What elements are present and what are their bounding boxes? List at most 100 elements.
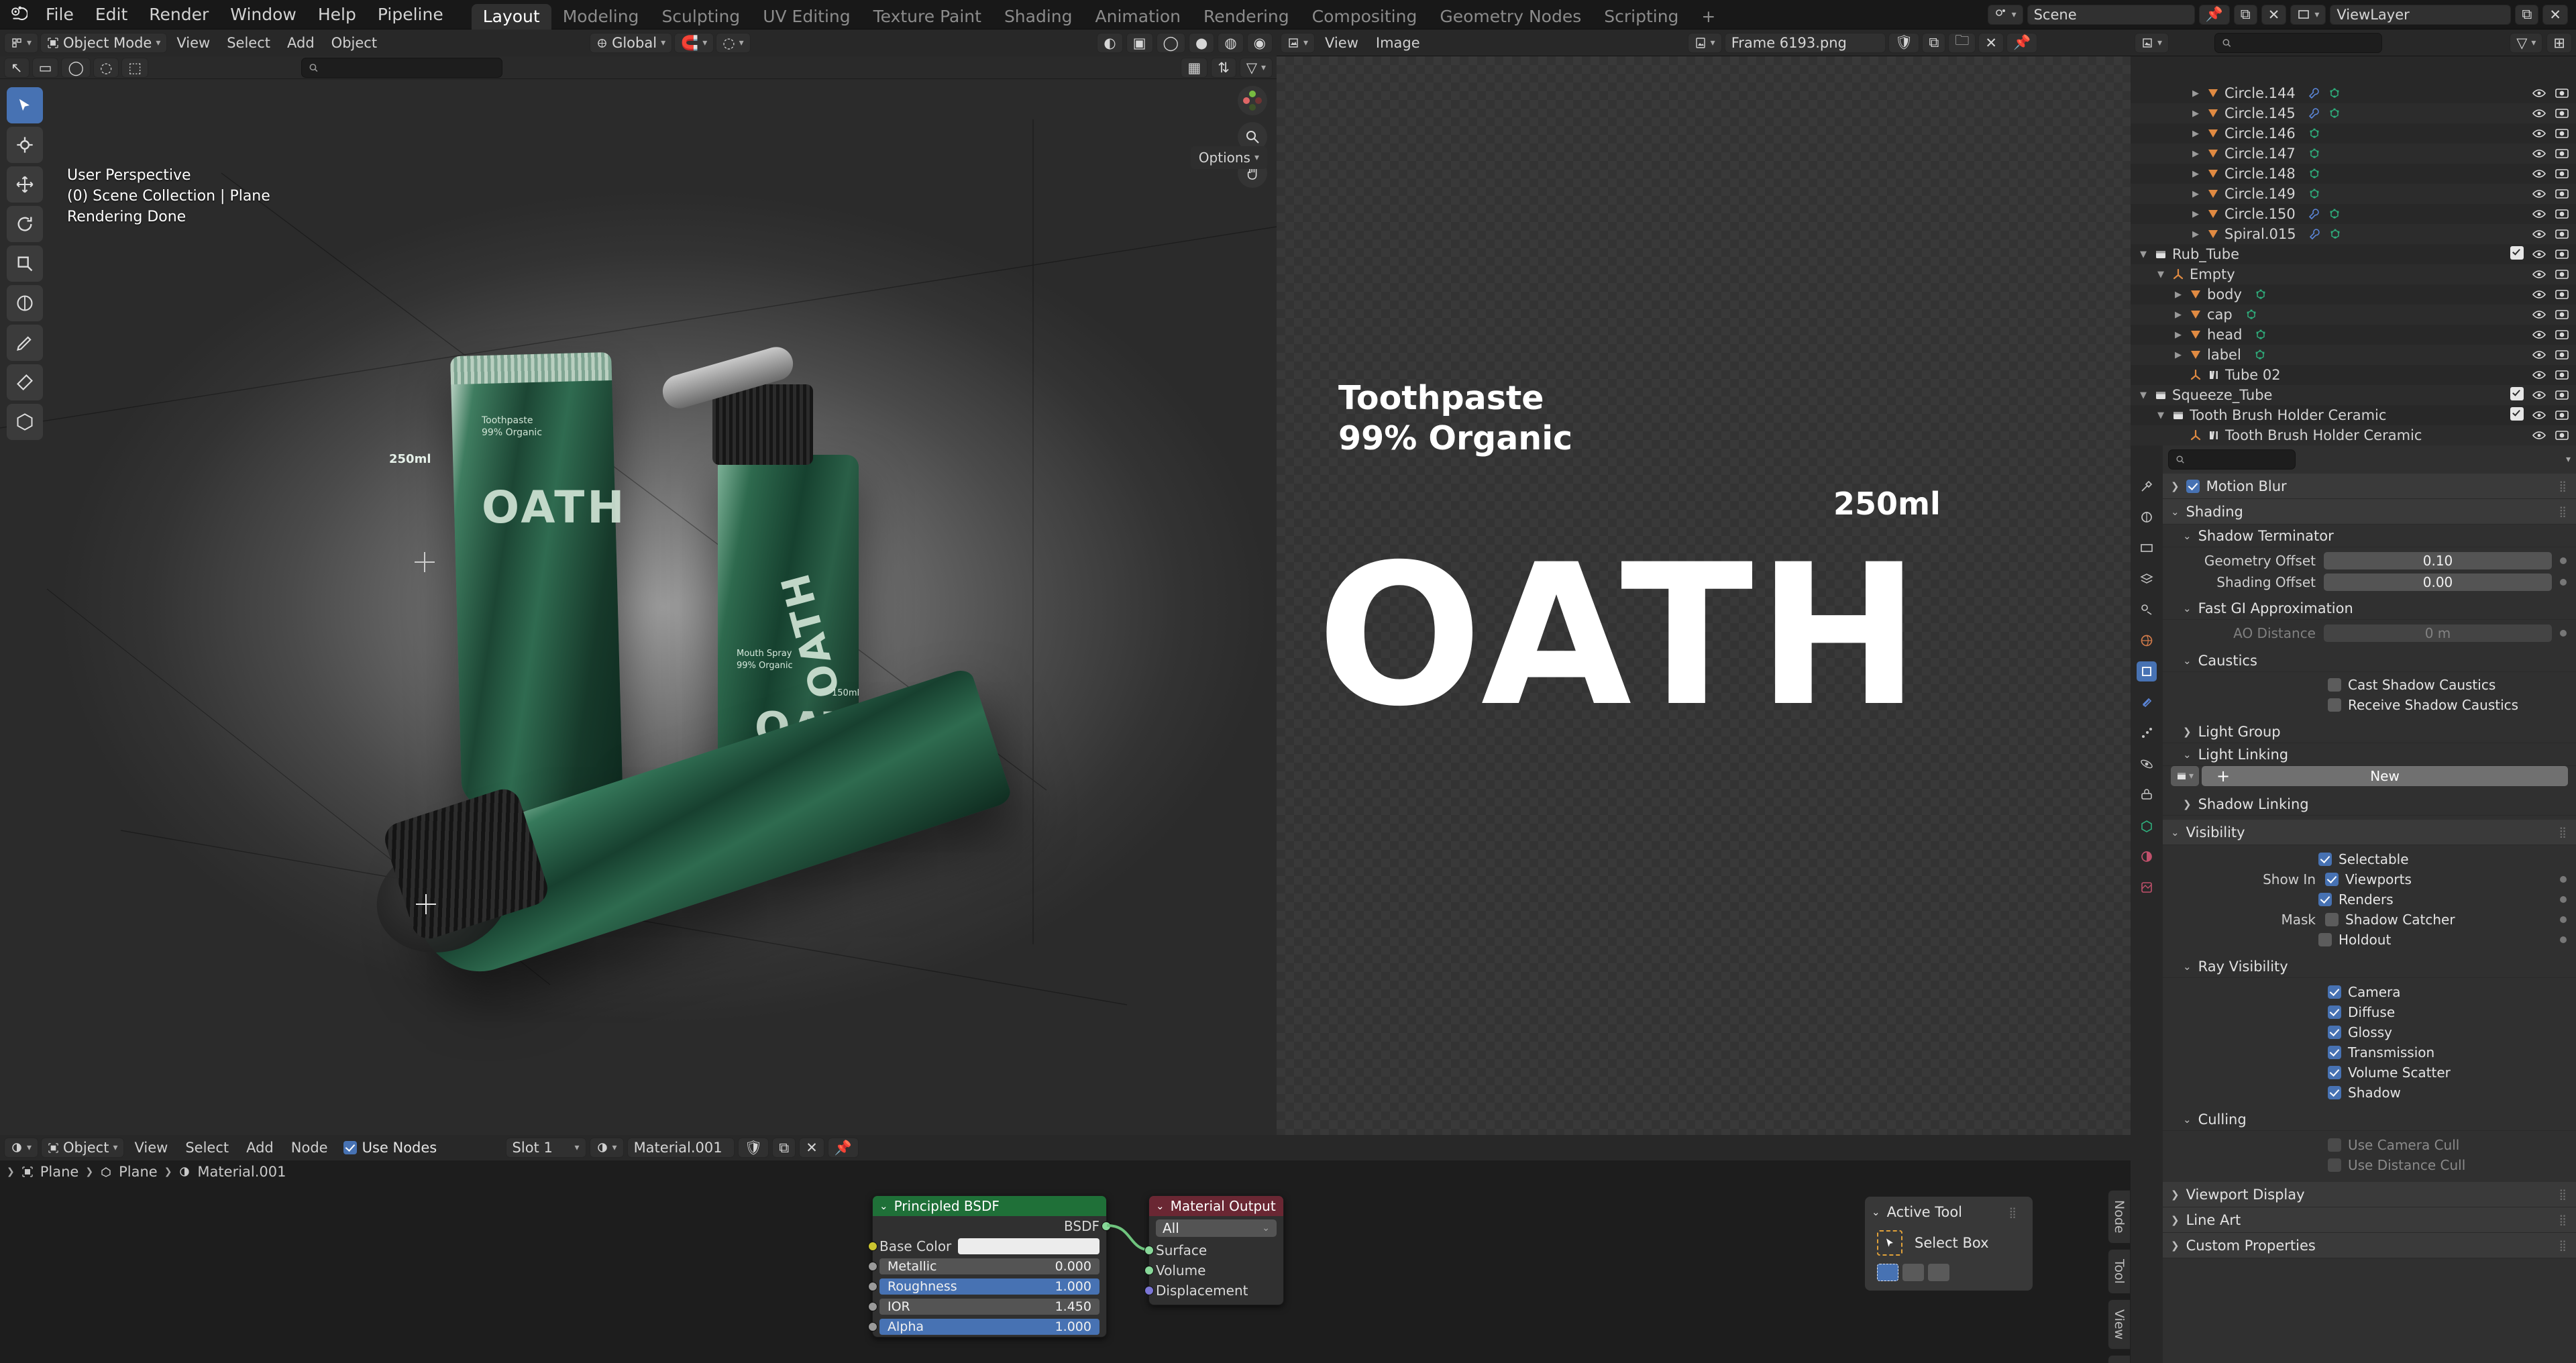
mesh-data-icon[interactable]	[2308, 127, 2321, 140]
breadcrumb-object[interactable]: Plane	[40, 1164, 79, 1180]
outliner-row[interactable]: ▶ body	[2131, 284, 2576, 305]
select-mode-extend-icon[interactable]: ⬚	[121, 57, 149, 78]
node-material-output-header[interactable]: ⌄ Material Output	[1149, 1196, 1283, 1216]
hide-eye-icon[interactable]	[2532, 267, 2546, 282]
render-camera-icon[interactable]	[2555, 388, 2569, 402]
fake-user-shield-icon[interactable]: 🛡	[1888, 32, 1920, 53]
render-camera-icon[interactable]	[2555, 166, 2569, 181]
outliner-row[interactable]: ▶ Circle.148	[2131, 164, 2576, 184]
render-camera-icon[interactable]	[2555, 368, 2569, 382]
menu-render[interactable]: Render	[138, 0, 219, 30]
mesh-data-icon[interactable]	[2308, 167, 2321, 180]
properties-body[interactable]: ▾ ❯ Motion Blur ⣿ ⌄ Shading ⣿ ⌄ Shadow T…	[2163, 445, 2576, 1363]
select-mode-circle-icon[interactable]: ◯	[61, 57, 91, 78]
outliner-row[interactable]: ▼ Tooth Brush Holder Ceramic	[2131, 405, 2576, 425]
panel-caustics[interactable]: ⌄ Caustics	[2163, 649, 2576, 672]
socket-roughness[interactable]	[868, 1282, 877, 1291]
tool-select-box[interactable]	[7, 87, 43, 123]
render-camera-icon[interactable]	[2555, 146, 2569, 161]
workspace-add-tab-button[interactable]: +	[1690, 4, 1727, 30]
outliner-row[interactable]: ▶ Circle.144	[2131, 83, 2576, 103]
animate-property-icon[interactable]	[2560, 936, 2567, 943]
chevron-right-icon[interactable]: ❯	[7, 1166, 15, 1177]
select-mode-set-icon[interactable]	[1877, 1264, 1898, 1281]
sort-icon[interactable]: ⇅	[1211, 57, 1236, 78]
chevron-right-icon[interactable]: ▶	[2172, 290, 2184, 300]
modifier-wrench-icon[interactable]	[2308, 107, 2321, 120]
collection-checkbox[interactable]	[2510, 386, 2524, 404]
duplicate-material-icon[interactable]: ⧉	[772, 1138, 796, 1158]
viewport-canvas[interactable]: OATH Toothpaste 99% Organic 250ml Mouth S…	[0, 79, 1277, 1135]
receive-shadow-caustics-checkbox[interactable]	[2328, 698, 2341, 712]
render-camera-icon[interactable]	[2555, 106, 2569, 121]
workspace-tab-scripting[interactable]: Scripting	[1593, 4, 1690, 30]
socket-metallic[interactable]	[868, 1262, 877, 1271]
use-camera-cull-checkbox[interactable]	[2328, 1138, 2341, 1152]
panel-motion-blur[interactable]: ❯ Motion Blur ⣿	[2163, 474, 2576, 499]
chevron-right-icon[interactable]: ▶	[2190, 89, 2202, 99]
image-editor-type-icon[interactable]: ▾	[1281, 32, 1316, 53]
props-tab-object[interactable]	[2137, 661, 2157, 682]
mesh-data-icon[interactable]	[2254, 288, 2267, 301]
tool-measure[interactable]	[7, 364, 43, 400]
light-linking-browse-icon[interactable]: ▾	[2171, 766, 2199, 786]
outliner-row[interactable]: Tooth Brush Holder Ceramic	[2131, 425, 2576, 445]
shader-type-dropdown[interactable]: Object ▾	[41, 1138, 125, 1158]
panel-ray-visibility[interactable]: ⌄ Ray Visibility	[2163, 955, 2576, 978]
unlink-material-icon[interactable]: ✕	[799, 1138, 824, 1158]
scene-name-field[interactable]: Scene	[2027, 4, 2195, 25]
viewport-options-dropdown[interactable]: Options ▾	[1190, 146, 1267, 169]
panel-shadow-linking[interactable]: ❯ Shadow Linking	[2163, 793, 2576, 816]
render-camera-icon[interactable]	[2555, 307, 2569, 322]
modifier-wrench-icon[interactable]	[2308, 227, 2322, 241]
node-principled-bsdf[interactable]: ⌄ Principled BSDF BSDF Base Color Metall…	[868, 1195, 1111, 1338]
menu-edit[interactable]: Edit	[85, 0, 138, 30]
panel-shadow-terminator[interactable]: ⌄ Shadow Terminator	[2163, 525, 2576, 547]
ior-slider[interactable]: IOR 1.450	[879, 1299, 1099, 1315]
chevron-right-icon[interactable]: ▶	[2190, 189, 2202, 199]
select-mode-lasso-icon[interactable]: ◌	[93, 57, 119, 78]
render-camera-icon[interactable]	[2555, 408, 2569, 423]
collection-checkbox[interactable]	[2510, 246, 2524, 263]
motion-blur-checkbox[interactable]	[2186, 479, 2200, 493]
cast-shadow-caustics-checkbox[interactable]	[2328, 678, 2341, 692]
properties-search-input[interactable]	[2190, 451, 2288, 468]
properties-options-chevron-icon[interactable]: ▾	[2566, 454, 2571, 465]
filter-funnel-icon[interactable]: ▽ ▾	[1239, 57, 1273, 78]
render-camera-icon[interactable]	[2555, 327, 2569, 342]
image-menu-image[interactable]: Image	[1368, 35, 1428, 51]
breadcrumb-mesh[interactable]: Plane	[119, 1164, 158, 1180]
interaction-mode-dropdown[interactable]: Object Mode ▾	[40, 33, 168, 53]
light-linking-new-button[interactable]: + New	[2202, 766, 2568, 786]
panel-visibility[interactable]: ⌄ Visibility ⣿	[2163, 820, 2576, 845]
sidebar-tab-view[interactable]: View	[2108, 1299, 2131, 1350]
render-camera-icon[interactable]	[2555, 186, 2569, 201]
props-tab-modifiers[interactable]	[2137, 692, 2157, 712]
animate-property-icon[interactable]	[2560, 896, 2567, 903]
panel-light-linking[interactable]: ⌄ Light Linking	[2163, 743, 2576, 766]
workspace-tab-shading[interactable]: Shading	[993, 4, 1084, 30]
render-camera-icon[interactable]	[2555, 428, 2569, 443]
animate-property-icon[interactable]	[2560, 557, 2567, 564]
hide-eye-icon[interactable]	[2532, 126, 2546, 141]
nav-gizmo-axes[interactable]	[1238, 86, 1267, 115]
active-tool-panel-header[interactable]: ⌄ Active Tool ⣿	[1865, 1202, 2033, 1222]
panel-fast-gi-approximation[interactable]: ⌄ Fast GI Approximation	[2163, 597, 2576, 620]
hide-eye-icon[interactable]	[2532, 106, 2546, 121]
outliner-editor-type-icon[interactable]: ▾	[2135, 32, 2169, 53]
animate-property-icon[interactable]	[2560, 916, 2567, 923]
viewport-menu-select[interactable]: Select	[219, 35, 278, 51]
shader-menu-view[interactable]: View	[127, 1140, 175, 1156]
props-tab-physics[interactable]	[2137, 754, 2157, 774]
shader-editor-type-icon[interactable]: ▾	[4, 1138, 39, 1158]
shader-menu-node[interactable]: Node	[284, 1140, 335, 1156]
chevron-down-icon[interactable]: ▼	[2137, 250, 2149, 260]
workspace-tab-rendering[interactable]: Rendering	[1192, 4, 1301, 30]
volume-scatter-checkbox[interactable]	[2328, 1066, 2341, 1079]
mesh-data-icon[interactable]	[2253, 348, 2267, 362]
viewport-search-input[interactable]	[323, 59, 496, 76]
props-tab-particles[interactable]	[2137, 723, 2157, 743]
outliner-row[interactable]: ▶ Circle.147	[2131, 144, 2576, 164]
breadcrumb-material[interactable]: Material.001	[197, 1164, 286, 1180]
use-nodes-checkbox[interactable]	[343, 1141, 357, 1154]
